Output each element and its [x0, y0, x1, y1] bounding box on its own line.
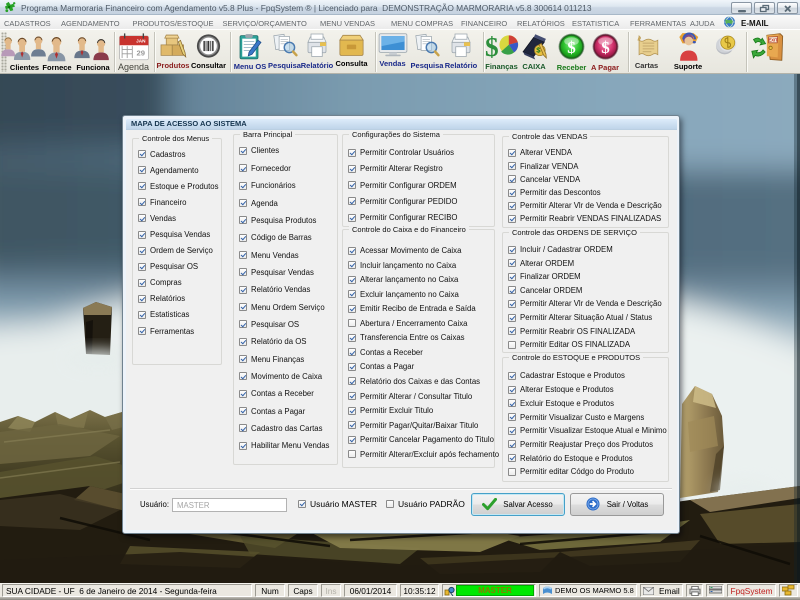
svg-text:$: $ [484, 32, 498, 61]
svg-text:$: $ [601, 38, 610, 57]
svg-text:$: $ [567, 38, 576, 57]
svg-text:EXIT: EXIT [768, 38, 778, 43]
